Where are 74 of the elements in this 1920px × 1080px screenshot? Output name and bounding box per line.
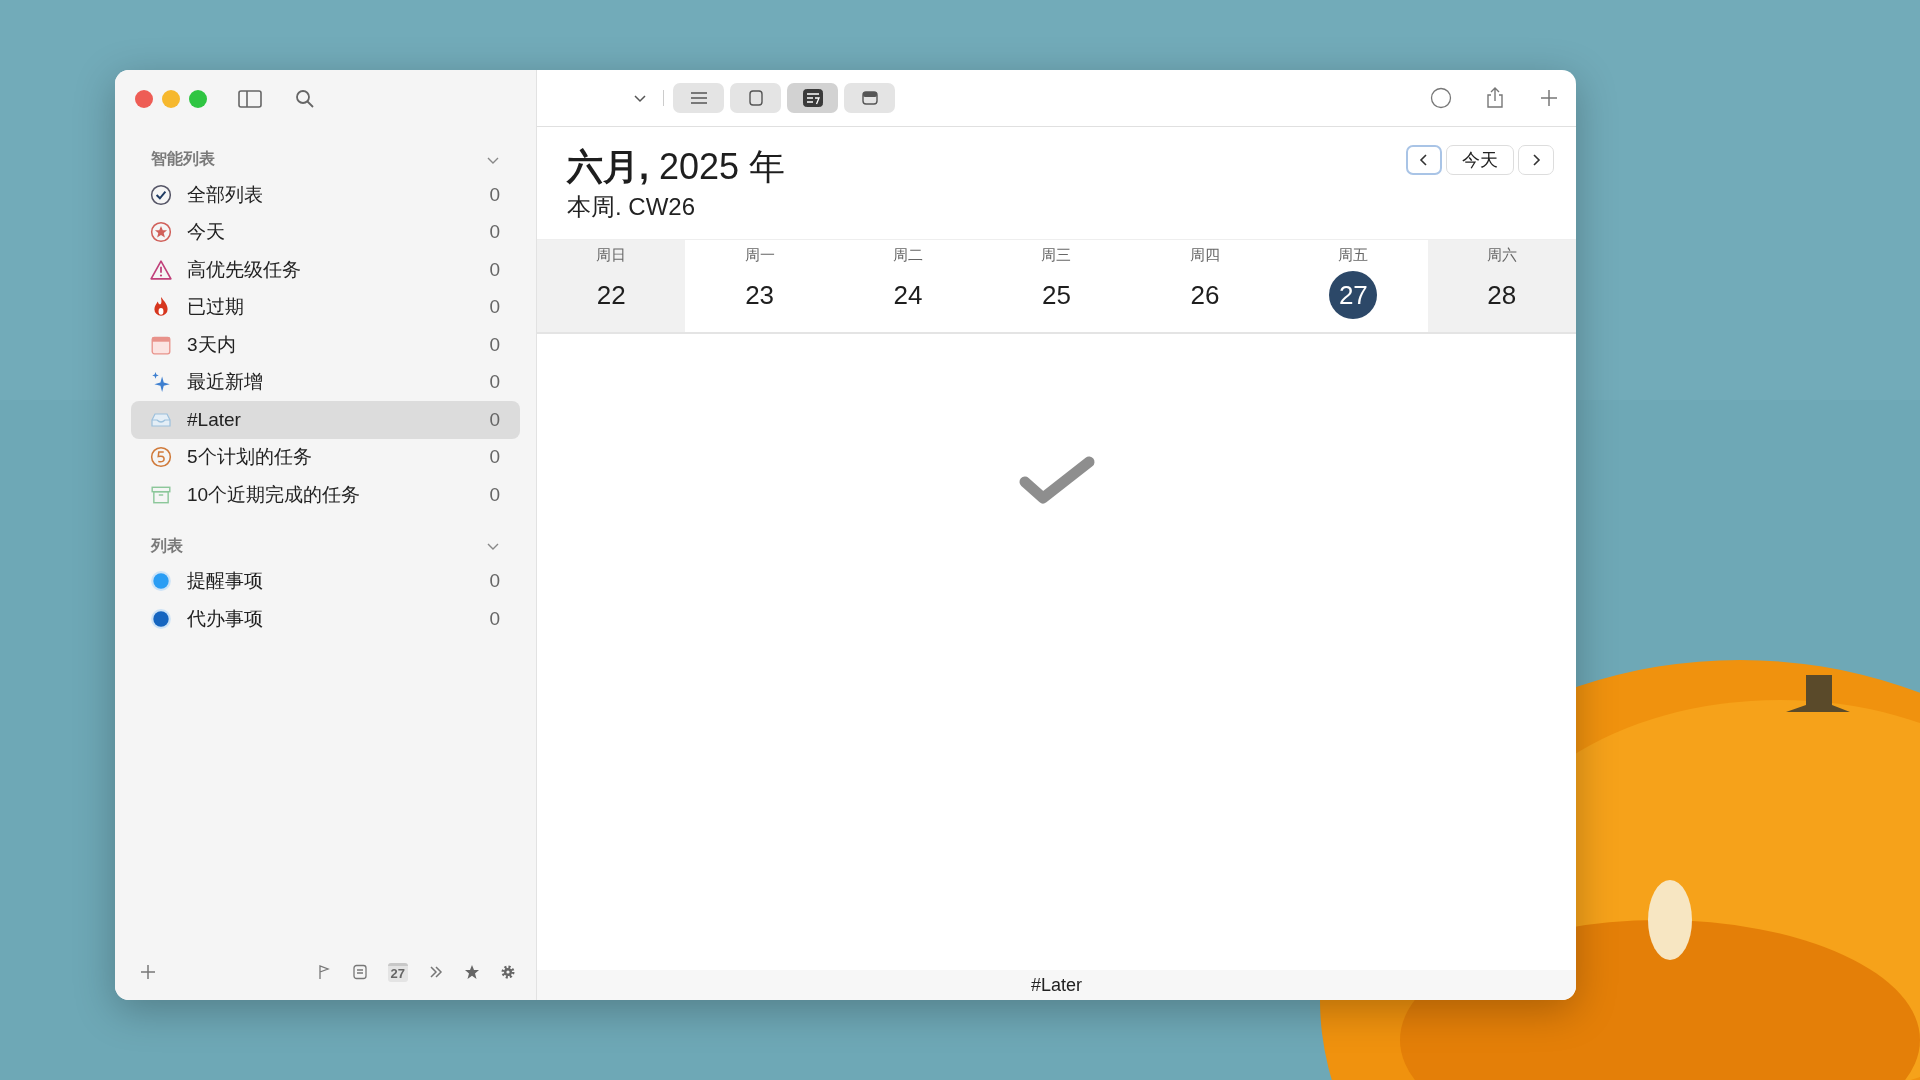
close-button[interactable]	[135, 89, 153, 108]
weekday-label: 周一	[744, 246, 775, 265]
item-count: 0	[489, 483, 500, 506]
day-column[interactable]: 周三 25	[982, 240, 1131, 332]
day-column[interactable]: 周五 27	[1279, 240, 1428, 332]
item-count: 0	[489, 296, 500, 319]
day-number: 24	[892, 279, 924, 312]
view-button[interactable]	[844, 83, 895, 113]
circle-icon[interactable]	[1430, 87, 1452, 109]
view-button[interactable]	[787, 83, 838, 113]
item-count: 0	[489, 446, 500, 469]
chevron-right-icon	[1530, 153, 1542, 167]
item-count: 0	[489, 408, 500, 431]
list-icon[interactable]	[351, 964, 368, 980]
zoom-button[interactable]	[189, 89, 207, 108]
sidebar-item[interactable]: 5个计划的任务 0	[131, 438, 520, 476]
day-number: 28	[1486, 279, 1518, 312]
item-count: 0	[489, 221, 500, 244]
week-view-icon	[802, 89, 823, 107]
sidebar-item[interactable]: 10个近期完成的任务 0	[131, 476, 520, 514]
sidebar-item[interactable]: #Later 0	[131, 401, 520, 439]
item-count: 0	[489, 183, 500, 206]
weekday-label: 周日	[596, 246, 627, 265]
day-number: 26	[1189, 279, 1221, 312]
sidebar-item[interactable]: 代办事项 0	[131, 600, 520, 638]
day-column[interactable]: 周二 24	[833, 240, 983, 332]
calendar-button[interactable]: 27	[387, 962, 408, 982]
share-icon[interactable]	[1484, 87, 1506, 109]
card-icon	[859, 89, 880, 107]
weekday-label: 周四	[1189, 246, 1220, 265]
sidebar-item[interactable]: 3天内 0	[131, 326, 520, 364]
sidebar-icon[interactable]	[238, 88, 262, 109]
weekday-label: 周五	[1338, 246, 1369, 265]
status-bar: #Later	[537, 970, 1576, 1000]
today-button[interactable]: 今天	[1446, 145, 1514, 175]
weekday-label: 周六	[1486, 246, 1517, 265]
next-button[interactable]	[1518, 145, 1554, 175]
item-count: 0	[489, 258, 500, 281]
day-column[interactable]: 周日 22	[537, 240, 686, 332]
previous-button[interactable]	[1406, 145, 1442, 175]
sidebar-item[interactable]: 提醒事项 0	[131, 562, 520, 600]
day-column[interactable]: 周一 23	[685, 240, 834, 332]
settings-icon[interactable]	[500, 964, 516, 980]
add-icon[interactable]	[140, 964, 156, 980]
sidebar-item[interactable]: 最近新增 0	[131, 363, 520, 401]
star-circle-icon	[150, 221, 172, 244]
day-column[interactable]: 周四 26	[1130, 240, 1280, 332]
sidebar-item[interactable]: 已过期 0	[131, 288, 520, 326]
checkmark-circle-icon	[150, 183, 172, 206]
chevron-left-icon	[1418, 153, 1430, 167]
warning-icon	[150, 258, 172, 281]
weekday-label: 周三	[1041, 246, 1072, 265]
week-subtitle: 本周. CW26	[567, 192, 696, 222]
weekday-label: 周二	[893, 246, 924, 265]
day-number: 23	[744, 279, 776, 312]
item-count: 0	[489, 333, 500, 356]
double-chevron-icon[interactable]	[428, 964, 444, 980]
day-number: 25	[1041, 279, 1072, 312]
list-icon	[688, 89, 709, 107]
item-count: 0	[489, 570, 500, 593]
section-title: 列表	[151, 535, 183, 556]
month-title: 六月, 2025 年	[567, 145, 786, 189]
sidebar-item[interactable]: 全部列表 0	[131, 176, 520, 214]
section-title: 智能列表	[151, 149, 215, 169]
day-number: 22	[595, 279, 627, 312]
star-icon[interactable]	[464, 964, 480, 980]
day-column[interactable]: 周六 28	[1427, 240, 1576, 332]
item-count: 0	[489, 371, 500, 394]
sidebar-item[interactable]: 今天 0	[131, 213, 520, 251]
day-number: 27	[1329, 271, 1378, 319]
numbered-circle-icon	[150, 446, 172, 469]
item-count: 0	[489, 607, 500, 630]
add-icon[interactable]	[1538, 87, 1560, 109]
sidebar-item[interactable]: 高优先级任务 0	[131, 251, 520, 289]
